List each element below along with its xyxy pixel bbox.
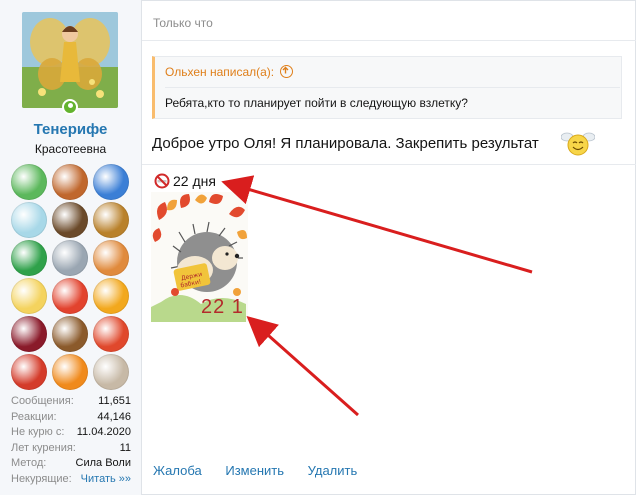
arrow-to-image bbox=[246, 316, 359, 417]
annotation-arrows bbox=[221, 175, 533, 417]
arrow-to-days bbox=[221, 175, 533, 274]
